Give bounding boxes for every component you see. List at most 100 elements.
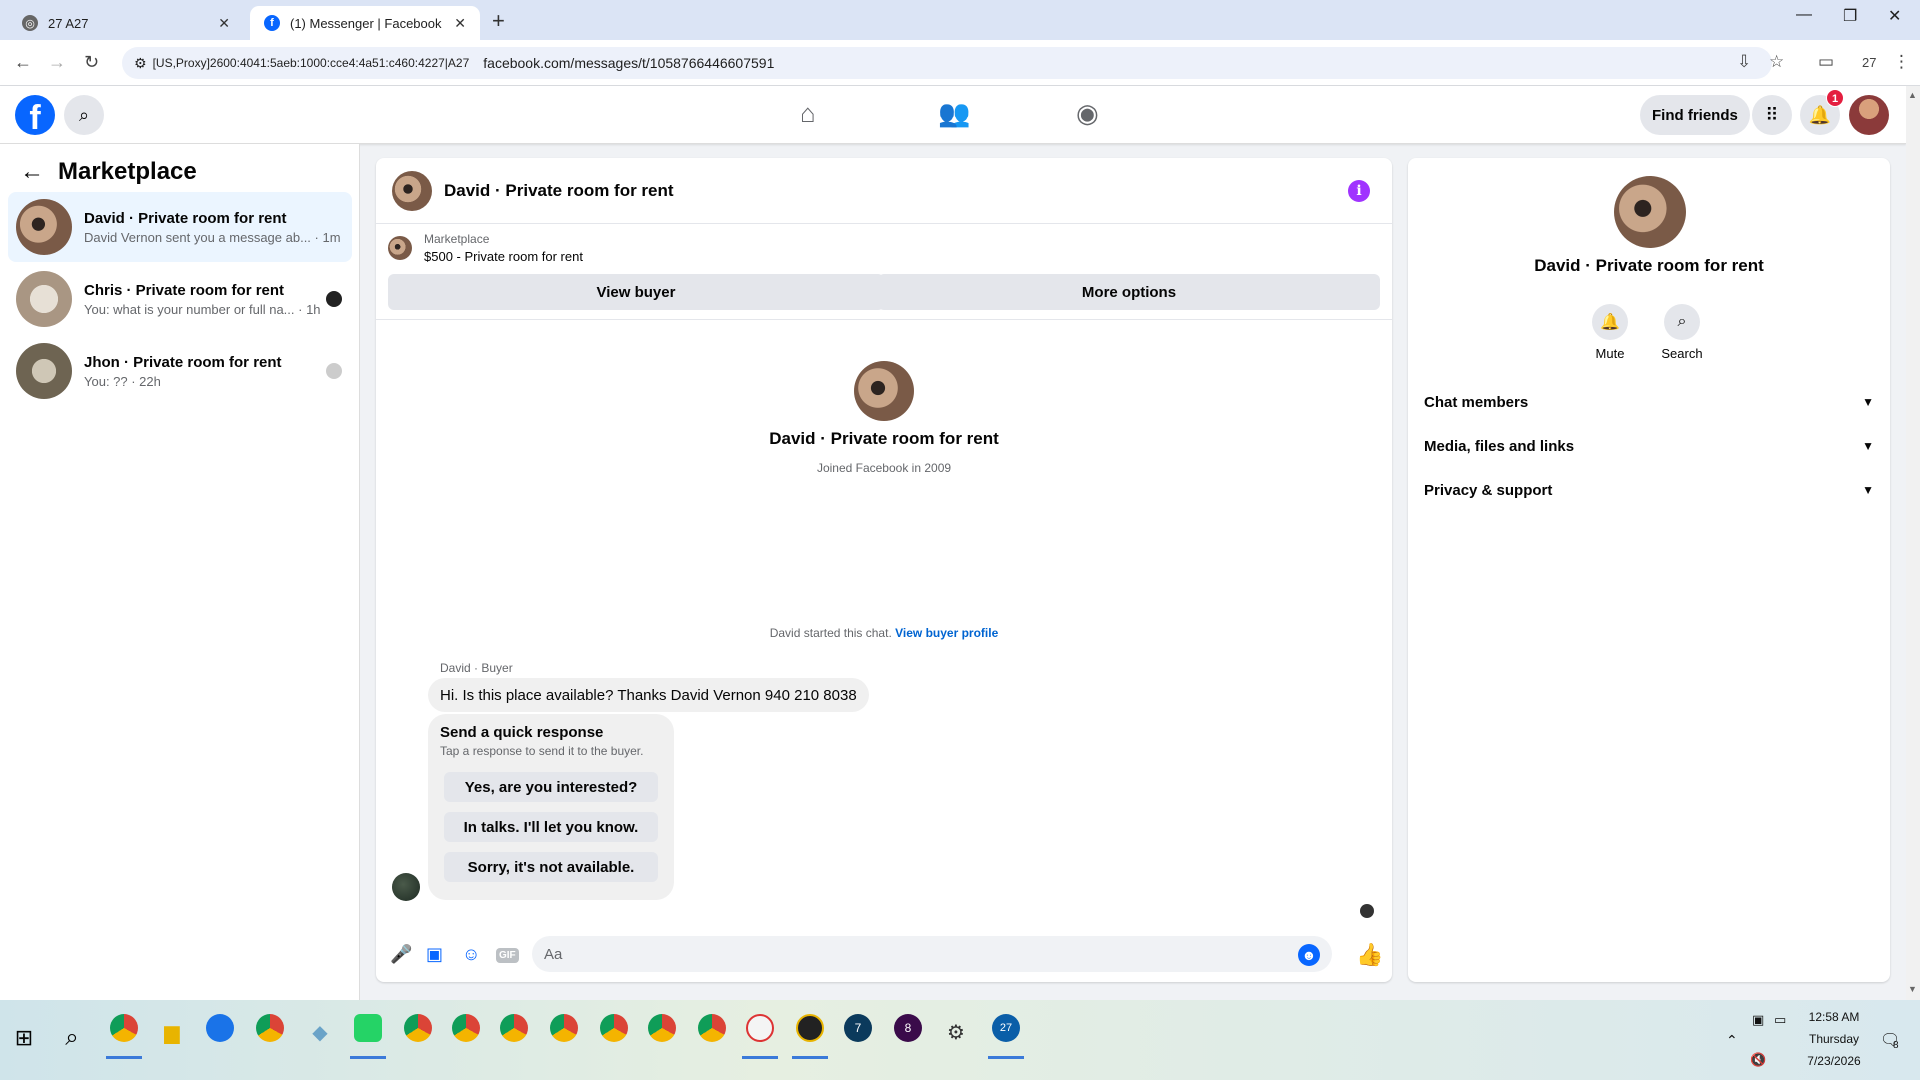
bookmark-star-icon[interactable]: ☆ (1769, 52, 1784, 72)
chat-title[interactable]: David · Private room for rent (444, 181, 674, 201)
clock-day[interactable]: Thursday (1794, 1032, 1874, 1046)
quick-response-not-available[interactable]: Sorry, it's not available. (444, 852, 658, 882)
side-panel-icon[interactable]: ▭ (1818, 52, 1834, 72)
clock-time[interactable]: 12:58 AM (1794, 1010, 1874, 1024)
thumbs-up-icon[interactable]: 👍 (1356, 942, 1383, 968)
image-icon[interactable]: ▣ (426, 944, 443, 965)
info-icon[interactable]: i (1348, 180, 1370, 202)
find-friends-button[interactable]: Find friends (1640, 95, 1750, 135)
message-input[interactable]: Aa (532, 936, 1332, 972)
app-icon[interactable] (206, 1014, 234, 1042)
page-scrollbar[interactable]: ▲ ▼ (1906, 86, 1920, 1000)
clock-date[interactable]: 7/23/2026 (1794, 1054, 1874, 1068)
chrome-icon[interactable] (550, 1014, 578, 1042)
chrome-icon[interactable] (404, 1014, 432, 1042)
tab-27-a27[interactable]: ◎ 27 A27 ✕ (8, 6, 244, 40)
view-buyer-profile-link[interactable]: View buyer profile (895, 626, 998, 640)
app-badge-27-icon[interactable]: 27 (992, 1014, 1020, 1042)
search-button[interactable]: ⌕ (64, 95, 104, 135)
scroll-up-icon[interactable]: ▲ (1908, 90, 1917, 100)
buyer-avatar[interactable] (392, 873, 420, 901)
facebook-logo-icon[interactable]: f (15, 95, 55, 137)
seen-avatar (326, 291, 342, 307)
chrome-icon[interactable] (110, 1014, 138, 1042)
more-options-button[interactable]: More options (878, 274, 1380, 310)
conversation-name: Chris · Private room for rent (84, 281, 285, 299)
quick-response-in-talks[interactable]: In talks. I'll let you know. (444, 812, 658, 842)
close-icon[interactable]: ✕ (454, 15, 466, 32)
chrome-icon[interactable] (600, 1014, 628, 1042)
speaker-muted-icon[interactable]: 🔇 (1750, 1052, 1766, 1068)
app-icon[interactable] (746, 1014, 774, 1042)
mute-label: Mute (1595, 346, 1625, 361)
friends-icon[interactable]: 👥 (938, 98, 970, 129)
close-icon[interactable]: ✕ (218, 15, 230, 32)
settings-gear-icon[interactable]: ⚙ (940, 1016, 972, 1048)
view-buyer-button[interactable]: View buyer (388, 274, 884, 310)
search-conversation-button[interactable]: ⌕ Search (1652, 304, 1712, 361)
section-privacy-support[interactable]: Privacy & support ▼ (1424, 468, 1874, 512)
account-avatar[interactable] (1849, 95, 1889, 135)
whatsapp-icon[interactable] (354, 1014, 382, 1042)
emoji-icon[interactable]: ☻ (1298, 944, 1320, 966)
quick-response-yes[interactable]: Yes, are you interested? (444, 772, 658, 802)
section-chat-members[interactable]: Chat members ▼ (1424, 380, 1874, 424)
groups-icon[interactable]: ◉ (1076, 98, 1099, 129)
listing-summary[interactable]: Marketplace $500 - Private room for rent (388, 232, 583, 264)
app-icon[interactable]: ◆ (304, 1016, 336, 1048)
app-badge-7-icon[interactable]: 7 (844, 1014, 872, 1042)
gif-icon[interactable]: GIF (496, 948, 519, 963)
chat-avatar[interactable] (392, 170, 432, 211)
chrome-icon[interactable] (648, 1014, 676, 1042)
back-arrow-icon[interactable]: ← (14, 52, 32, 73)
url-omnibox[interactable]: ⚙ [US,Proxy]2600:4041:5aeb:1000:cce4:4a5… (122, 47, 1772, 79)
conversation-thumbnail (16, 271, 72, 327)
windows-taskbar: ⊞ ⌕ ▆ ◆ 7 8 ⚙ 27 ▣ ▭ ⌃ 🔇 12:58 AM Thursd… (0, 1000, 1920, 1080)
sticker-icon[interactable]: ☺ (462, 944, 480, 965)
section-media-files-links[interactable]: Media, files and links ▼ (1424, 424, 1874, 468)
chrome-icon[interactable] (698, 1014, 726, 1042)
microphone-icon[interactable]: 🎤 (390, 944, 412, 965)
home-icon[interactable]: ⌂ (800, 98, 816, 129)
details-avatar[interactable] (1614, 176, 1686, 248)
scroll-down-icon[interactable]: ▼ (1908, 984, 1917, 994)
facebook-icon: f (264, 15, 280, 31)
proxy-label: [US,Proxy]2600:4041:5aeb:1000:cce4:4a51:… (152, 56, 470, 70)
conversation-snippet: You: ?? · 22h (84, 373, 161, 389)
browser-tab-bar: ◎ 27 A27 ✕ f (1) Messenger | Facebook ✕ … (0, 0, 1920, 40)
chat-panel: David · Private room for rent i Marketpl… (376, 158, 1392, 982)
mute-button[interactable]: 🔔 Mute (1580, 304, 1640, 361)
conversation-david[interactable]: David · Private room for rent David Vern… (8, 192, 352, 262)
menu-kebab-icon[interactable]: ⋮ (1893, 52, 1910, 72)
intro-avatar (854, 361, 914, 421)
profile-count[interactable]: 27 (1862, 55, 1876, 70)
file-explorer-icon[interactable]: ▆ (156, 1016, 188, 1048)
tab-messenger[interactable]: f (1) Messenger | Facebook ✕ (250, 6, 480, 40)
chrome-icon[interactable] (452, 1014, 480, 1042)
new-tab-icon[interactable]: + (492, 8, 505, 34)
chrome-icon[interactable] (256, 1014, 284, 1042)
back-arrow-icon[interactable]: ← (20, 158, 44, 186)
reload-icon[interactable]: ↻ (84, 52, 99, 73)
meet-now-icon[interactable]: ▣ (1752, 1012, 1764, 1028)
conversation-jhon[interactable]: Jhon · Private room for rent You: ?? · 2… (8, 336, 352, 406)
window-close-icon[interactable]: ✕ (1888, 6, 1901, 26)
windows-start-icon[interactable]: ⊞ (8, 1022, 40, 1054)
app-icon[interactable] (796, 1014, 824, 1042)
app-badge-8-icon[interactable]: 8 (894, 1014, 922, 1042)
default-user-icon (326, 363, 342, 379)
conversation-chris[interactable]: Chris · Private room for rent You: what … (8, 264, 352, 334)
site-settings-icon[interactable]: ⚙ (134, 55, 147, 72)
search-label: Search (1661, 346, 1703, 361)
network-icon[interactable]: ▭ (1774, 1012, 1786, 1028)
restore-icon[interactable]: ❐ (1843, 6, 1857, 26)
install-icon[interactable]: ⇩ (1737, 52, 1751, 72)
quick-response-subtitle: Tap a response to send it to the buyer. (440, 744, 644, 758)
forward-arrow-icon[interactable]: → (48, 52, 66, 73)
chevron-up-icon[interactable]: ⌃ (1726, 1032, 1738, 1049)
search-icon[interactable]: ⌕ (56, 1022, 88, 1054)
quick-response-card: Send a quick response Tap a response to … (428, 714, 674, 900)
chrome-icon[interactable] (500, 1014, 528, 1042)
menu-grid-button[interactable]: ⠿ (1752, 95, 1792, 135)
minimize-icon[interactable]: — (1796, 6, 1812, 24)
